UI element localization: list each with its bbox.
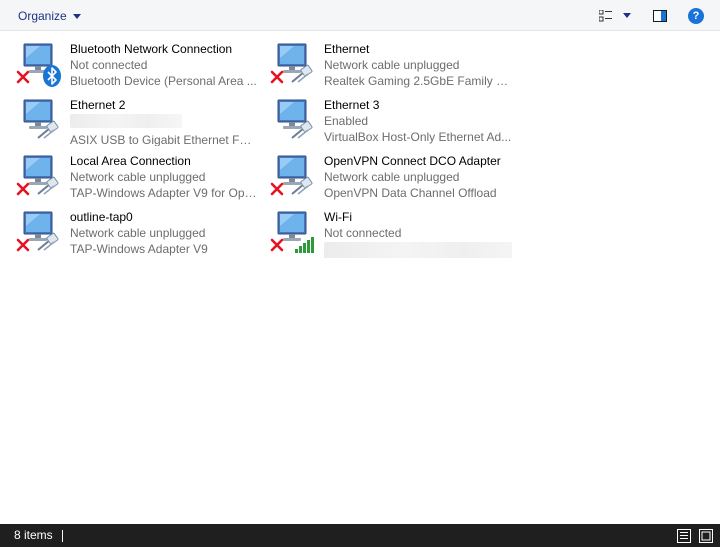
- status-bar: 8 items: [0, 524, 720, 547]
- disconnected-x-icon: [16, 238, 30, 252]
- adapter-device: [324, 241, 512, 258]
- adapter-device: TAP-Windows Adapter V9 for Ope...: [70, 186, 258, 200]
- adapter-item[interactable]: Ethernet Network cable unplugged Realtek G…: [270, 38, 520, 90]
- adapter-device: TAP-Windows Adapter V9: [70, 242, 208, 256]
- network-adapter-icon: [16, 94, 68, 146]
- organize-label: Organize: [18, 8, 67, 23]
- wifi-signal-icon: [295, 237, 314, 253]
- adapter-status: Network cable unplugged: [70, 170, 206, 184]
- adapter-status: Network cable unplugged: [70, 226, 206, 240]
- details-view-button[interactable]: [676, 528, 692, 544]
- adapter-item[interactable]: Wi-Fi Not connected: [270, 206, 520, 258]
- ethernet-cable-icon: [37, 232, 59, 251]
- adapter-status: Not connected: [324, 226, 402, 240]
- adapter-item[interactable]: outline-tap0 Network cable unplugged TAP-W…: [16, 206, 266, 258]
- adapter-name: Wi-Fi: [324, 210, 352, 224]
- adapter-item[interactable]: Ethernet 3 Enabled VirtualBox Host-Only Et…: [270, 94, 520, 146]
- network-adapter-icon: [16, 38, 68, 90]
- network-adapter-icon: [16, 206, 68, 258]
- disconnected-x-icon: [16, 70, 30, 84]
- adapter-name: outline-tap0: [70, 210, 133, 224]
- help-icon: ?: [688, 7, 704, 24]
- network-adapter-icon: [270, 38, 322, 90]
- network-adapter-icon: [270, 150, 322, 202]
- adapter-name: Ethernet 3: [324, 98, 380, 112]
- ethernet-cable-icon: [37, 176, 59, 195]
- adapter-item[interactable]: Bluetooth Network Connection Not connecte…: [16, 38, 266, 90]
- adapter-device: Realtek Gaming 2.5GbE Family Co...: [324, 74, 512, 88]
- view-options-icon: [599, 9, 612, 21]
- disconnected-x-icon: [270, 70, 284, 84]
- large-icons-view-button[interactable]: [698, 528, 714, 544]
- ethernet-cable-icon: [37, 120, 59, 139]
- disconnected-x-icon: [16, 182, 30, 196]
- adapter-name: OpenVPN Connect DCO Adapter: [324, 154, 501, 168]
- redacted-text: [70, 114, 182, 128]
- adapter-status: [70, 113, 258, 132]
- bluetooth-icon: [43, 65, 61, 87]
- adapter-name: Ethernet 2: [70, 98, 126, 112]
- adapter-device: Bluetooth Device (Personal Area ...: [70, 74, 257, 88]
- adapter-device: ASIX USB to Gigabit Ethernet Fam...: [70, 133, 258, 146]
- adapter-status: Network cable unplugged: [324, 58, 460, 72]
- adapter-status: Network cable unplugged: [324, 170, 460, 184]
- adapter-item[interactable]: Local Area Connection Network cable unplu…: [16, 150, 266, 202]
- adapter-device: VirtualBox Host-Only Ethernet Ad...: [324, 130, 512, 144]
- organize-menu-button[interactable]: Organize: [12, 6, 87, 25]
- adapter-device: OpenVPN Data Channel Offload: [324, 186, 497, 200]
- chevron-down-icon: [72, 13, 81, 19]
- preview-pane-button[interactable]: [650, 6, 670, 25]
- ethernet-cable-icon: [291, 64, 313, 83]
- adapter-item[interactable]: OpenVPN Connect DCO Adapter Network cable…: [270, 150, 520, 202]
- adapter-name: Ethernet: [324, 42, 370, 56]
- command-bar: Organize ?: [0, 0, 720, 31]
- change-view-button[interactable]: [596, 6, 616, 25]
- chevron-down-icon: [623, 13, 631, 18]
- help-button[interactable]: ?: [686, 6, 706, 25]
- adapter-name: Bluetooth Network Connection: [70, 42, 233, 56]
- adapter-status: Not connected: [70, 58, 148, 72]
- network-adapter-icon: [270, 94, 322, 146]
- details-view-icon: [677, 529, 691, 543]
- adapter-item[interactable]: Ethernet 2 ASIX USB to Gigabit Ethernet F…: [16, 94, 266, 146]
- more-views-button[interactable]: [620, 6, 634, 25]
- ethernet-cable-icon: [291, 120, 313, 139]
- status-separator: [62, 530, 63, 542]
- redacted-text: [324, 242, 512, 258]
- adapter-name: Local Area Connection: [70, 154, 191, 168]
- disconnected-x-icon: [270, 238, 284, 252]
- ethernet-cable-icon: [291, 176, 313, 195]
- large-icons-view-icon: [699, 529, 713, 543]
- item-count: 8 items: [14, 528, 53, 542]
- network-adapter-icon: [16, 150, 68, 202]
- network-adapter-icon: [270, 206, 322, 258]
- preview-pane-icon: [653, 9, 667, 22]
- adapter-status: Enabled: [324, 114, 369, 128]
- disconnected-x-icon: [270, 182, 284, 196]
